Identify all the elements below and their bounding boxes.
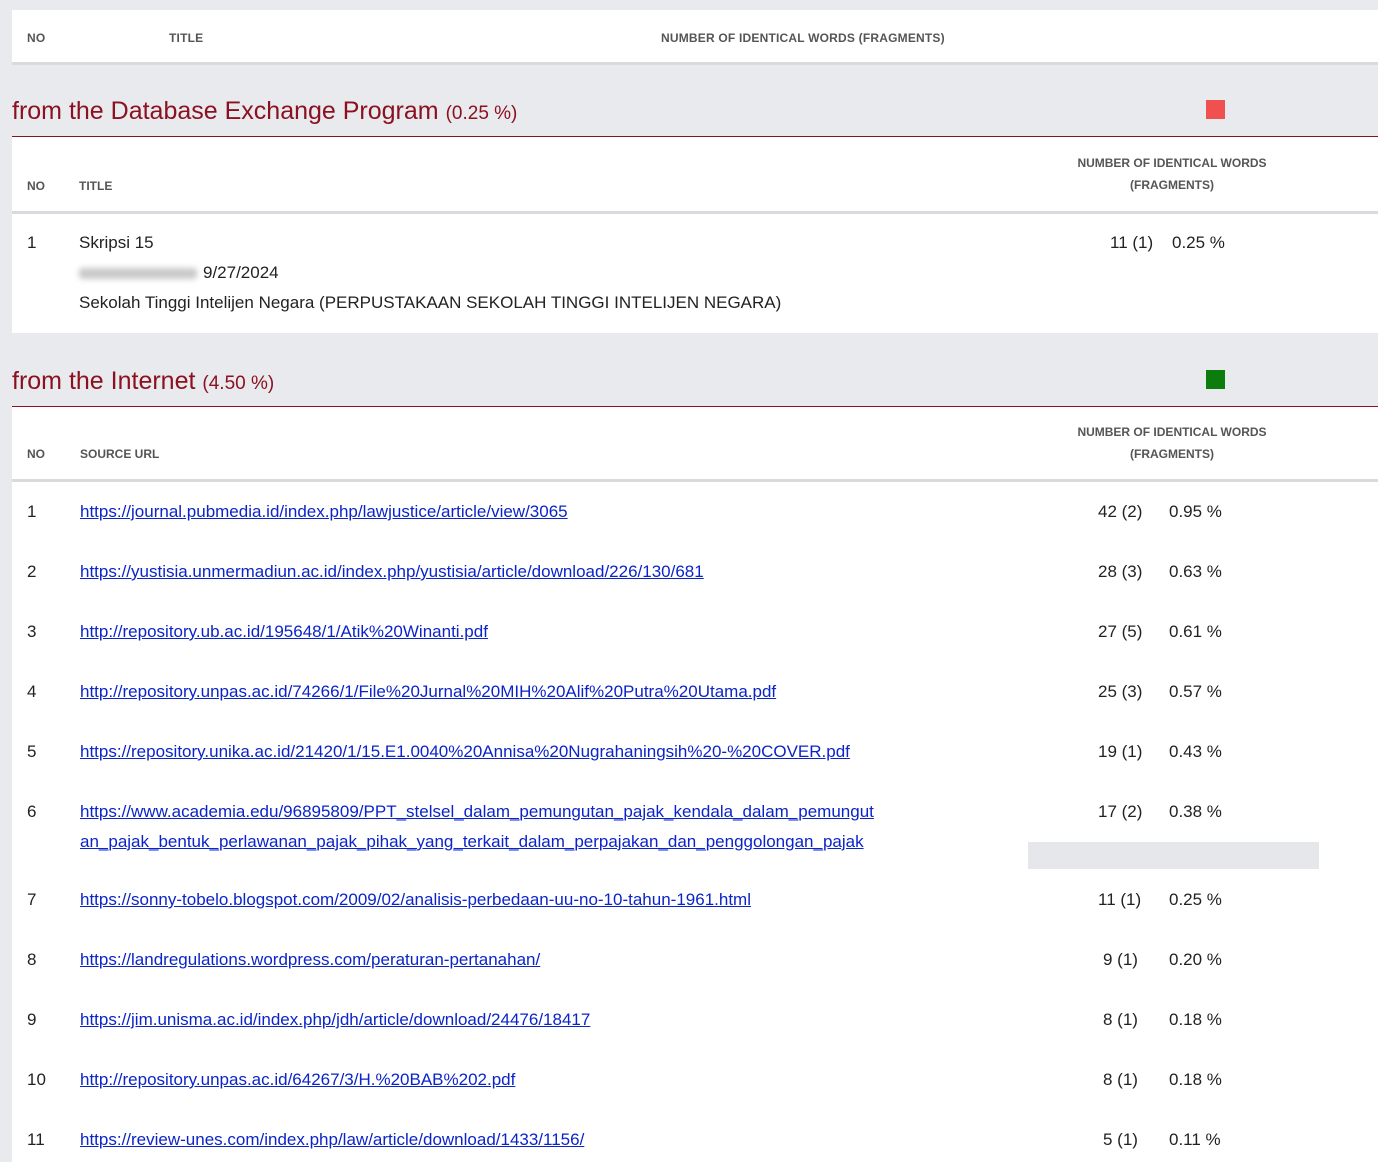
row-number: 8 (27, 950, 37, 969)
section-heading-database-label: from the Database Exchange Program (12, 97, 439, 125)
row-number: 7 (27, 890, 37, 909)
column-header-title: TITLE (169, 31, 204, 45)
match-count: 17 (2) (1098, 802, 1143, 821)
row-number: 11 (27, 1130, 45, 1149)
section-heading-internet: from the Internet (4.50 %) (12, 367, 274, 396)
section-percent-internet: (4.50 %) (202, 373, 275, 394)
match-percent: 0.25 % (1172, 233, 1225, 252)
internet-color-swatch (1206, 370, 1225, 389)
source-url-link[interactable]: https://landregulations.wordpress.com/pe… (80, 950, 540, 970)
match-percent: 0.20 % (1169, 950, 1222, 969)
database-table: NO TITLE NUMBER OF IDENTICAL WORDS (FRAG… (12, 137, 1378, 333)
match-count: 27 (5) (1098, 622, 1143, 641)
match-count: 42 (2) (1098, 502, 1143, 521)
match-count: 8 (1) (1103, 1010, 1138, 1029)
column-header-count-line1: NUMBER OF IDENTICAL WORDS (1077, 156, 1267, 170)
source-url-link[interactable]: http://repository.unpas.ac.id/74266/1/Fi… (80, 682, 776, 702)
match-percent: 0.18 % (1169, 1010, 1222, 1029)
source-url-link[interactable]: http://repository.ub.ac.id/195648/1/Atik… (80, 622, 488, 642)
match-percent: 0.18 % (1169, 1070, 1222, 1089)
database-color-swatch (1206, 100, 1225, 119)
source-url-link[interactable]: https://yustisia.unmermadiun.ac.id/index… (80, 562, 704, 582)
source-url-link[interactable]: https://repository.unika.ac.id/21420/1/1… (80, 742, 850, 762)
redacted-name (79, 268, 197, 280)
column-header-no: NO (27, 179, 45, 193)
row-number: 1 (27, 233, 37, 252)
row-number: 4 (27, 682, 37, 701)
match-percent: 0.38 % (1169, 802, 1222, 821)
column-header-count-line2: (FRAGMENTS) (1130, 447, 1214, 461)
source-url-link[interactable]: https://jim.unisma.ac.id/index.php/jdh/a… (80, 1010, 590, 1030)
match-count: 11 (1) (1098, 890, 1142, 909)
column-header-count: NUMBER OF IDENTICAL WORDS (FRAGMENTS) (661, 31, 945, 45)
section-percent-database: (0.25 %) (445, 103, 518, 124)
document-meta: 9/27/2024 (79, 263, 279, 283)
source-url-link[interactable]: https://journal.pubmedia.id/index.php/la… (80, 502, 568, 522)
column-header-no: NO (27, 31, 46, 45)
row-highlight-bar (1028, 842, 1319, 869)
section-heading-internet-label: from the Internet (12, 367, 196, 395)
match-percent: 0.95 % (1169, 502, 1222, 521)
match-count: 5 (1) (1103, 1130, 1138, 1149)
match-count: 19 (1) (1098, 742, 1143, 761)
row-number: 3 (27, 622, 37, 641)
row-number: 5 (27, 742, 37, 761)
match-percent: 0.61 % (1169, 622, 1222, 641)
source-url-link[interactable]: https://sonny-tobelo.blogspot.com/2009/0… (80, 890, 751, 910)
table-header: NO SOURCE URL NUMBER OF IDENTICAL WORDS … (12, 407, 1378, 482)
table-header: NO TITLE NUMBER OF IDENTICAL WORDS (FRAG… (12, 137, 1378, 214)
column-header-count: NUMBER OF IDENTICAL WORDS (FRAGMENTS) (1032, 152, 1312, 196)
match-percent: 0.25 % (1169, 890, 1222, 909)
row-number: 1 (27, 502, 37, 521)
column-header-no: NO (27, 447, 45, 461)
table-header: NO TITLE NUMBER OF IDENTICAL WORDS (FRAG… (12, 10, 1378, 65)
column-header-count-line2: (FRAGMENTS) (1130, 178, 1214, 192)
source-url-link[interactable]: http://repository.unpas.ac.id/64267/3/H.… (80, 1070, 515, 1090)
document-institution: Sekolah Tinggi Intelijen Negara (PERPUST… (79, 293, 782, 312)
match-count: 11 (1) (1110, 233, 1154, 252)
document-title: Skripsi 15 (79, 233, 154, 252)
column-header-title: TITLE (79, 179, 113, 193)
source-url-link[interactable]: https://review-unes.com/index.php/law/ar… (80, 1130, 584, 1150)
row-number: 6 (27, 802, 37, 821)
match-percent: 0.43 % (1169, 742, 1222, 761)
row-number: 9 (27, 1010, 37, 1029)
match-percent: 0.63 % (1169, 562, 1222, 581)
row-number: 2 (27, 562, 37, 581)
document-date: 9/27/2024 (203, 263, 279, 282)
internet-table: NO SOURCE URL NUMBER OF IDENTICAL WORDS … (12, 407, 1378, 1162)
section-heading-database: from the Database Exchange Program (0.25… (12, 97, 517, 126)
match-count: 8 (1) (1103, 1070, 1138, 1089)
match-percent: 0.57 % (1169, 682, 1222, 701)
match-percent: 0.11 % (1169, 1130, 1221, 1149)
row-number: 10 (27, 1070, 46, 1089)
source-url-link-continued[interactable]: an_pajak_bentuk_perlawanan_pajak_pihak_y… (80, 832, 864, 852)
match-count: 25 (3) (1098, 682, 1143, 701)
column-header-count: NUMBER OF IDENTICAL WORDS (FRAGMENTS) (1032, 421, 1312, 465)
source-url-link[interactable]: https://www.academia.edu/96895809/PPT_st… (80, 802, 874, 822)
match-count: 28 (3) (1098, 562, 1143, 581)
column-header-source-url: SOURCE URL (80, 447, 160, 461)
match-count: 9 (1) (1103, 950, 1138, 969)
column-header-count-line1: NUMBER OF IDENTICAL WORDS (1077, 425, 1267, 439)
